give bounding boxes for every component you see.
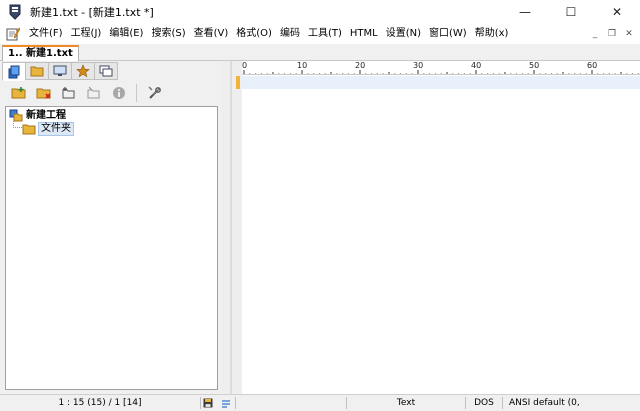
ruler-label: 30 [413,61,424,70]
document-tab[interactable]: 1.. 新建1.txt [2,45,79,61]
ruler-label: 10 [297,61,308,70]
tab-project[interactable] [2,62,26,81]
monitor-icon [53,65,67,76]
ruler-label: 20 [355,61,366,70]
save-status-icon[interactable] [201,395,219,411]
ruler-label: 0 [242,61,248,70]
remove-file-button[interactable] [82,82,106,104]
folder-add-icon [11,87,26,99]
document-tab-strip: 1.. 新建1.txt [0,44,640,61]
add-folder-button[interactable] [7,82,31,104]
folder-icon [30,66,44,77]
line-ending[interactable]: DOS [466,395,502,411]
menu-tools[interactable]: 工具(T) [304,24,346,44]
window-title: 新建1.txt - [新建1.txt *] [30,6,154,19]
close-button[interactable]: ✕ [594,0,640,24]
menu-edit[interactable]: 编辑(E) [105,24,147,44]
tab-folder[interactable] [25,62,49,80]
window-controls: — ☐ ✕ [502,0,640,24]
folder-node-icon [22,124,36,134]
current-line-highlight [242,76,640,89]
ruler-label: 40 [471,61,482,70]
windows-icon [99,65,113,77]
toolbar-separator [136,84,137,102]
project-pane: 新建工程 文件夹 [0,61,222,394]
tree-folder-item[interactable]: 文件夹 [22,121,74,136]
project-toolbar [2,81,218,105]
ruler-baseline [242,74,640,75]
add-file-button[interactable] [57,82,81,104]
status-bar: 1 : 15 (15) / 1 [14] Text DOS ANSI defau… [0,394,640,411]
pane-splitter[interactable] [222,61,242,394]
wrap-status-icon[interactable] [219,395,235,411]
menu-settings[interactable]: 设置(N) [382,24,425,44]
tab-explorer[interactable] [48,62,72,80]
cursor-position: 1 : 15 (15) / 1 [14] [58,397,142,408]
status-empty [236,395,346,411]
pane-tabs [2,62,118,81]
remove-folder-button[interactable] [32,82,56,104]
properties-button[interactable] [107,82,131,104]
mdi-minimize-button[interactable]: _ [588,27,602,41]
menu-project[interactable]: 工程(J) [67,24,106,44]
menu-view[interactable]: 查看(V) [190,24,233,44]
app-icon [6,3,24,21]
menu-format[interactable]: 格式(O) [232,24,276,44]
info-icon [113,87,125,99]
tree-folder-label: 文件夹 [38,121,74,136]
ruler-label: 60 [587,61,598,70]
maximize-button[interactable]: ☐ [548,0,594,24]
menu-html[interactable]: HTML [346,24,382,44]
mdi-restore-button[interactable]: ❐ [605,27,619,41]
tools-icon [148,86,161,99]
menu-file[interactable]: 文件(F) [25,24,67,44]
menu-help[interactable]: 帮助(x) [471,24,513,44]
project-icon [8,65,20,78]
folder-remove-icon [36,88,51,99]
menu-window[interactable]: 窗口(W) [425,24,471,44]
document-mode[interactable]: Text [347,395,465,411]
tools-button[interactable] [143,82,167,104]
title-bar: 新建1.txt - [新建1.txt *] — ☐ ✕ [0,0,640,24]
word-wrap-icon [222,400,230,408]
ruler-label: 50 [529,61,540,70]
splitter-grip [230,61,232,394]
tree-root-label: 新建工程 [26,109,66,121]
notepad-icon[interactable] [5,26,21,42]
mdi-close-button[interactable]: ✕ [622,27,636,41]
folder-outline-remove-icon [87,86,100,99]
menu-search[interactable]: 搜索(S) [147,24,189,44]
current-line-marker [236,76,240,89]
minimize-button[interactable]: — [502,0,548,24]
menu-bar: 文件(F) 工程(J) 编辑(E) 搜索(S) 查看(V) 格式(O) 编码 工… [0,24,640,44]
floppy-icon [203,398,213,408]
menu-encoding[interactable]: 编码 [276,24,304,44]
folder-outline-add-icon [62,87,75,99]
star-icon [76,64,90,78]
project-tree[interactable]: 新建工程 文件夹 [5,106,218,390]
mdi-controls: _ ❐ ✕ [585,24,636,44]
encoding[interactable]: ANSI default (0, [503,395,599,411]
tab-windows[interactable] [94,62,118,80]
ruler: 0 10 20 30 40 50 60 [242,61,640,75]
tab-favorites[interactable] [71,62,95,80]
text-editor[interactable]: 0 10 20 30 40 50 60 [242,61,640,394]
